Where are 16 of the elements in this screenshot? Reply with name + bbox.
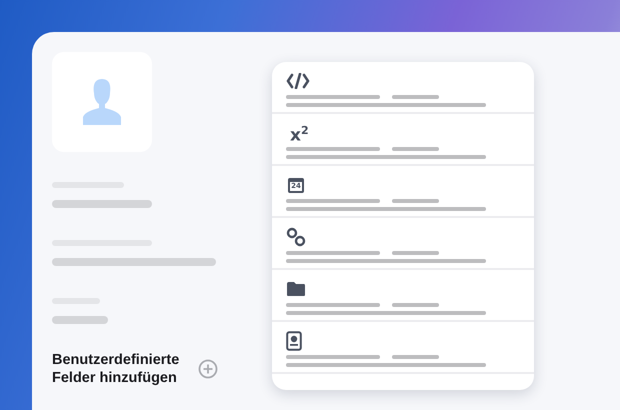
add-icon[interactable] (198, 359, 218, 379)
id-card-icon (286, 331, 302, 351)
skeleton-line (392, 147, 439, 151)
person-icon (82, 79, 122, 125)
superscript-icon: x$^{2}$ (286, 120, 309, 146)
link-icon (286, 227, 306, 247)
code-icon (286, 73, 310, 89)
add-fields-label[interactable]: Benutzerdefinierte Felder hinzufügen (52, 351, 192, 387)
skeleton-line (392, 355, 439, 359)
skeleton-line (52, 316, 108, 324)
skeleton-line (392, 95, 439, 99)
field-row[interactable]: x$^{2}$ (272, 114, 534, 166)
skeleton-line (392, 251, 439, 255)
skeleton-line (392, 199, 439, 203)
folder-icon (286, 281, 306, 297)
skeleton-line (392, 303, 439, 307)
